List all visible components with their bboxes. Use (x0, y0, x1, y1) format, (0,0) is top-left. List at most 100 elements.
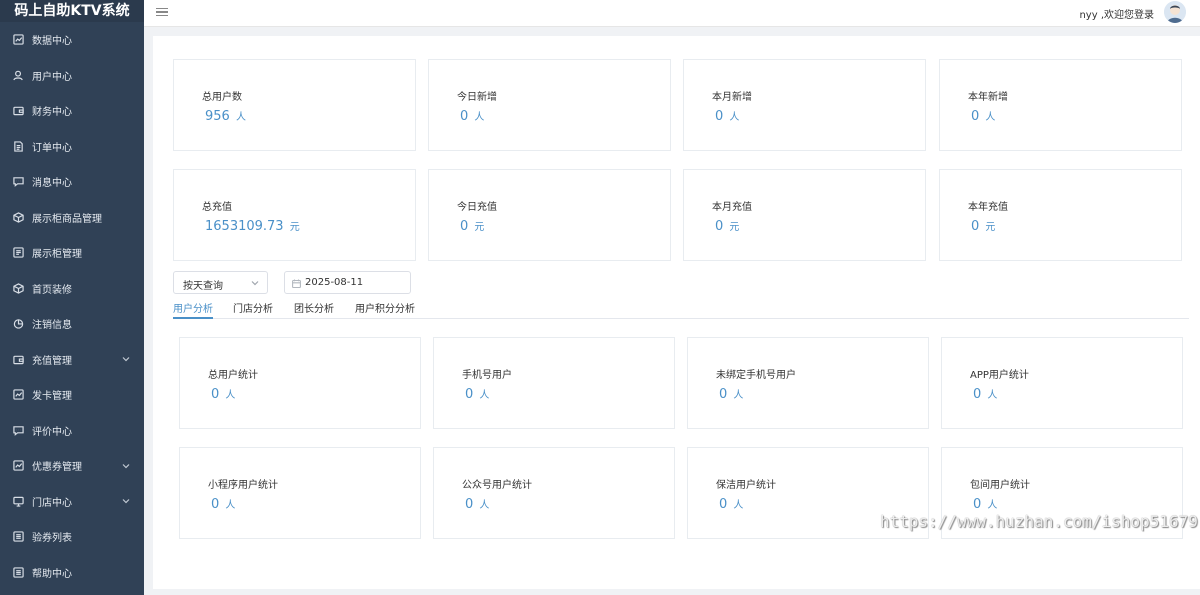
sidebar-item-user-center[interactable]: 用户中心 (0, 58, 144, 94)
sidebar-item-cabinet-management[interactable]: 展示柜管理 (0, 235, 144, 271)
analysis-label: 未绑定手机号用户 (716, 370, 796, 381)
sidebar-item-label: 发卡管理 (32, 391, 72, 403)
sidebar-item-help-center[interactable]: 帮助中心 (0, 555, 144, 591)
analysis-card-phone-users: 手机号用户 0 人 (433, 337, 675, 429)
analysis-unit: 人 (733, 500, 744, 511)
stat-card-total-users: 总用户数 956 人 (173, 59, 416, 151)
wallet-icon (12, 105, 24, 117)
sidebar-item-card-issuing[interactable]: 发卡管理 (0, 377, 144, 413)
list-icon (12, 566, 24, 578)
chart-icon (12, 34, 24, 46)
sidebar-item-label: 订单中心 (32, 142, 72, 154)
sidebar-item-order-center[interactable]: 订单中心 (0, 129, 144, 165)
stat-label: 今日充值 (457, 202, 497, 213)
sidebar-item-recharge-management[interactable]: 充值管理 (0, 342, 144, 378)
stat-value: 0 (460, 219, 469, 234)
avatar[interactable] (1164, 1, 1186, 23)
wallet-icon (12, 353, 24, 365)
analysis-card-unbound-phone-users: 未绑定手机号用户 0 人 (687, 337, 929, 429)
stat-unit: 人 (474, 112, 485, 123)
analysis-card-total-users: 总用户统计 0 人 (179, 337, 421, 429)
sidebar-item-cabinet-goods[interactable]: 展示柜商品管理 (0, 200, 144, 236)
stat-value: 0 (971, 219, 980, 234)
top-header: nyy ,欢迎您登录 (144, 0, 1200, 27)
message-icon (12, 176, 24, 188)
sidebar-item-label: 注销信息 (32, 320, 72, 332)
stat-unit: 人 (235, 112, 246, 123)
stat-label: 本年新增 (968, 92, 1008, 103)
stat-label: 总用户数 (202, 92, 242, 103)
analysis-value: 0 (973, 387, 982, 402)
analysis-unit: 人 (479, 500, 490, 511)
analysis-unit: 人 (987, 390, 998, 401)
sidebar-item-label: 展示柜商品管理 (32, 213, 102, 225)
analysis-label: 小程序用户统计 (208, 480, 278, 491)
box-icon (12, 282, 24, 294)
hamburger-menu-icon[interactable] (156, 5, 168, 19)
analysis-value: 0 (973, 497, 982, 512)
sidebar-item-label: 评价中心 (32, 426, 72, 438)
query-mode-select[interactable]: 按天查询 (173, 271, 268, 294)
sidebar-item-label: 用户中心 (32, 71, 72, 83)
sidebar-item-finance-center[interactable]: 财务中心 (0, 93, 144, 129)
watermark: https://www.huzhan.com/ishop51679 (880, 512, 1198, 531)
analysis-value: 0 (465, 387, 474, 402)
sidebar-item-label: 首页装修 (32, 284, 72, 296)
stat-unit: 元 (985, 222, 996, 233)
analysis-label: 总用户统计 (208, 370, 258, 381)
analysis-card-miniprogram-users: 小程序用户统计 0 人 (179, 447, 421, 539)
analysis-label: 手机号用户 (462, 370, 512, 381)
tab-points-analysis[interactable]: 用户积分分析 (355, 300, 415, 319)
document-icon (12, 140, 24, 152)
analysis-label: APP用户统计 (970, 370, 1029, 381)
analysis-value: 0 (719, 387, 728, 402)
stat-card-month-recharge: 本月充值 0 元 (683, 169, 926, 261)
sidebar-item-coupon-verification-list[interactable]: 验券列表 (0, 519, 144, 555)
calendar-icon (292, 279, 301, 289)
box-icon (12, 211, 24, 223)
analysis-value: 0 (211, 497, 220, 512)
sidebar: 码上自助KTV系统 数据中心 用户中心 财务中心 订单中心 消息中心 展示柜商品… (0, 0, 144, 595)
stat-card-year-recharge: 本年充值 0 元 (939, 169, 1182, 261)
stat-label: 本月充值 (712, 202, 752, 213)
stat-value: 0 (715, 219, 724, 234)
sidebar-item-label: 验券列表 (32, 533, 72, 545)
sidebar-item-label: 充值管理 (32, 355, 72, 367)
stat-card-month-new: 本月新增 0 人 (683, 59, 926, 151)
sidebar-item-review-center[interactable]: 评价中心 (0, 413, 144, 449)
sidebar-item-label: 财务中心 (32, 107, 72, 119)
sidebar-item-homepage-decoration[interactable]: 首页装修 (0, 271, 144, 307)
sidebar-item-message-center[interactable]: 消息中心 (0, 164, 144, 200)
stat-unit: 元 (474, 222, 485, 233)
sidebar-item-label: 优惠券管理 (32, 462, 82, 474)
stat-card-today-new: 今日新增 0 人 (428, 59, 671, 151)
date-value: 2025-08-11 (305, 277, 364, 288)
sidebar-item-store-center[interactable]: 门店中心 (0, 484, 144, 520)
analysis-unit: 人 (479, 390, 490, 401)
tab-store-analysis[interactable]: 门店分析 (233, 300, 273, 319)
sidebar-item-label: 展示柜管理 (32, 249, 82, 261)
sidebar-item-label: 数据中心 (32, 36, 72, 48)
analysis-card-app-users: APP用户统计 0 人 (941, 337, 1183, 429)
stat-value: 0 (460, 109, 469, 124)
message-icon (12, 424, 24, 436)
date-picker[interactable]: 2025-08-11 (284, 271, 411, 294)
sidebar-item-label: 门店中心 (32, 497, 72, 509)
analysis-value: 0 (211, 387, 220, 402)
analysis-unit: 人 (225, 500, 236, 511)
sidebar-item-data-center[interactable]: 数据中心 (0, 22, 144, 58)
stat-card-today-recharge: 今日充值 0 元 (428, 169, 671, 261)
analysis-label: 保洁用户统计 (716, 480, 776, 491)
analysis-value: 0 (719, 497, 728, 512)
stat-value: 956 (205, 109, 230, 124)
sidebar-item-label: 消息中心 (32, 178, 72, 190)
sidebar-item-cancellation-info[interactable]: 注销信息 (0, 306, 144, 342)
analysis-unit: 人 (987, 500, 998, 511)
chevron-down-icon (122, 355, 130, 363)
stat-unit: 人 (985, 112, 996, 123)
tab-leader-analysis[interactable]: 团长分析 (294, 300, 334, 319)
sidebar-item-coupon-management[interactable]: 优惠券管理 (0, 448, 144, 484)
analysis-value: 0 (465, 497, 474, 512)
stat-label: 今日新增 (457, 92, 497, 103)
tab-user-analysis[interactable]: 用户分析 (173, 300, 213, 319)
